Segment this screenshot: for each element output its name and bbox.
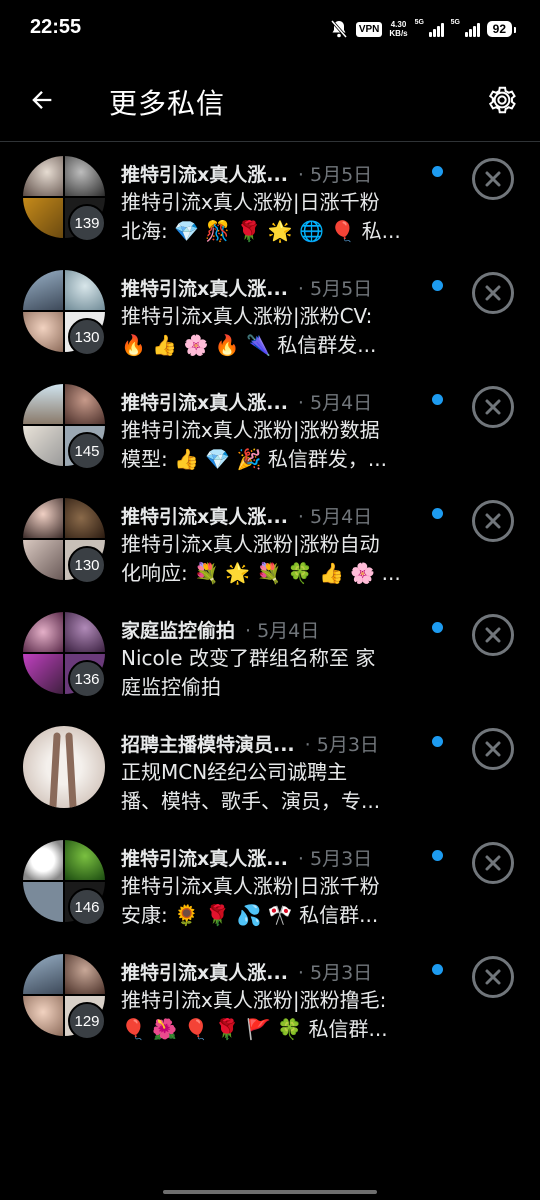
member-count-badge: 130 [68,546,106,584]
message-preview-line2: 庭监控偷拍 [121,675,221,699]
dm-list: 139 推特引流x真人涨... · 5月5日 推特引流x真人涨粉|日涨千粉 北海:… [0,143,540,1055]
back-button[interactable] [22,80,62,120]
message-preview-line2: 🔥 👍 🌸 🔥 🌂 私信群发... [121,333,377,357]
close-icon [485,399,501,415]
message-preview-line2: 播、模特、歌手、演员，专... [121,789,381,813]
dismiss-button[interactable] [472,842,514,884]
conversation-name: 推特引流x真人涨... [121,163,288,186]
net-speed: 4.30 KB/s [389,20,407,38]
conversation-name: 推特引流x真人涨... [121,391,288,414]
conversation-item[interactable]: 招聘主播模特演员... · 5月3日 正规MCN经纪公司诚聘主 播、模特、歌手、演… [0,713,540,827]
gear-icon [488,86,516,114]
message-preview-line2: 🎈 🌺 🎈 🌹 🚩 🍀 私信群... [121,1017,388,1041]
conversation-item[interactable]: 146 推特引流x真人涨... · 5月3日 推特引流x真人涨粉|日涨千粉 安康:… [0,827,540,941]
conversation-date: · 5月5日 [297,163,373,186]
unread-dot [432,280,443,291]
message-preview-line1: 推特引流x真人涨粉|涨粉撸毛: [121,988,387,1012]
member-count-badge: 145 [68,432,106,470]
conversation-name: 推特引流x真人涨... [121,847,288,870]
back-arrow-icon [32,91,52,109]
status-icons: VPN 4.30 KB/s 5G 5G 92 [329,17,517,41]
dismiss-button[interactable] [472,500,514,542]
unread-dot [432,166,443,177]
dismiss-button[interactable] [472,614,514,656]
conversation-item[interactable]: 139 推特引流x真人涨... · 5月5日 推特引流x真人涨粉|日涨千粉 北海:… [0,143,540,257]
signal-sim2-icon: 5G [451,19,480,37]
member-count-badge: 139 [68,204,106,242]
message-preview-line1: 推特引流x真人涨粉|涨粉自动 [121,532,380,556]
settings-button[interactable] [482,80,522,120]
battery-indicator: 92 [486,21,517,37]
home-indicator[interactable] [163,1190,377,1194]
close-icon [485,969,501,985]
member-count-badge: 129 [68,1002,106,1040]
unread-dot [432,736,443,747]
conversation-date: · 5月4日 [297,391,373,414]
close-icon [485,741,501,757]
conversation-date: · 5月4日 [297,505,373,528]
dismiss-button[interactable] [472,956,514,998]
conversation-date: · 5月3日 [297,847,373,870]
message-preview-line1: 推特引流x真人涨粉|日涨千粉 [121,874,380,898]
dismiss-button[interactable] [472,158,514,200]
page-title: 更多私信 [109,87,226,120]
message-preview-line1: 推特引流x真人涨粉|涨粉CV: [121,304,373,328]
conversation-name: 推特引流x真人涨... [121,505,288,528]
message-preview-line1: 推特引流x真人涨粉|涨粉数据 [121,418,380,442]
message-preview-line2: 北海: 💎 🎊 🌹 🌟 🌐 🎈 私... [121,219,401,243]
vpn-badge: VPN [355,21,383,37]
close-icon [485,513,501,529]
conversation-name: 招聘主播模特演员... [121,733,295,756]
member-count-badge: 146 [68,888,106,926]
close-icon [485,855,501,871]
message-preview-line1: 正规MCN经纪公司诚聘主 [121,760,348,784]
conversation-date: · 5月3日 [297,961,373,984]
user-avatar [23,726,105,808]
dismiss-button[interactable] [472,728,514,770]
conversation-item[interactable]: 129 推特引流x真人涨... · 5月3日 推特引流x真人涨粉|涨粉撸毛: 🎈 … [0,941,540,1055]
dismiss-button[interactable] [472,272,514,314]
message-preview-line2: 安康: 🌻 🌹 💦 🎌 私信群... [121,903,379,927]
unread-dot [432,622,443,633]
conversation-item[interactable]: 130 推特引流x真人涨... · 5月4日 推特引流x真人涨粉|涨粉自动 化响应… [0,485,540,599]
bell-off-icon [329,19,349,39]
conversation-name: 推特引流x真人涨... [121,961,288,984]
message-preview-line1: 推特引流x真人涨粉|日涨千粉 [121,190,380,214]
status-time: 22:55 [30,16,82,38]
signal-sim1-icon: 5G [415,19,444,37]
unread-dot [432,508,443,519]
member-count-badge: 130 [68,318,106,356]
unread-dot [432,850,443,861]
conversation-item[interactable]: 136 家庭监控偷拍 · 5月4日 Nicole 改变了群组名称至 家 庭监控偷拍 [0,599,540,713]
page-header: 更多私信 [0,60,540,142]
close-icon [485,171,501,187]
conversation-date: · 5月3日 [304,733,379,756]
unread-dot [432,394,443,405]
message-preview-line2: 模型: 👍 💎 🎉 私信群发，... [121,447,387,471]
dismiss-button[interactable] [472,386,514,428]
net-speed-unit: KB/s [389,29,408,38]
conversation-date: · 5月5日 [297,277,373,300]
net-speed-value: 4.30 [390,20,407,29]
message-preview-line1: Nicole 改变了群组名称至 家 [121,646,376,670]
status-bar: 22:55 VPN 4.30 KB/s 5G 5G 92 [0,0,540,60]
conversation-item[interactable]: 145 推特引流x真人涨... · 5月4日 推特引流x真人涨粉|涨粉数据 模型:… [0,371,540,485]
message-preview-line2: 化响应: 💐 🌟 💐 🍀 👍 🌸 ... [121,561,401,585]
conversation-date: · 5月4日 [245,619,320,642]
conversation-name: 推特引流x真人涨... [121,277,288,300]
conversation-item[interactable]: 130 推特引流x真人涨... · 5月5日 推特引流x真人涨粉|涨粉CV: 🔥 … [0,257,540,371]
close-icon [485,285,501,301]
member-count-badge: 136 [68,660,106,698]
close-icon [485,627,501,643]
unread-dot [432,964,443,975]
conversation-name: 家庭监控偷拍 [121,619,236,642]
